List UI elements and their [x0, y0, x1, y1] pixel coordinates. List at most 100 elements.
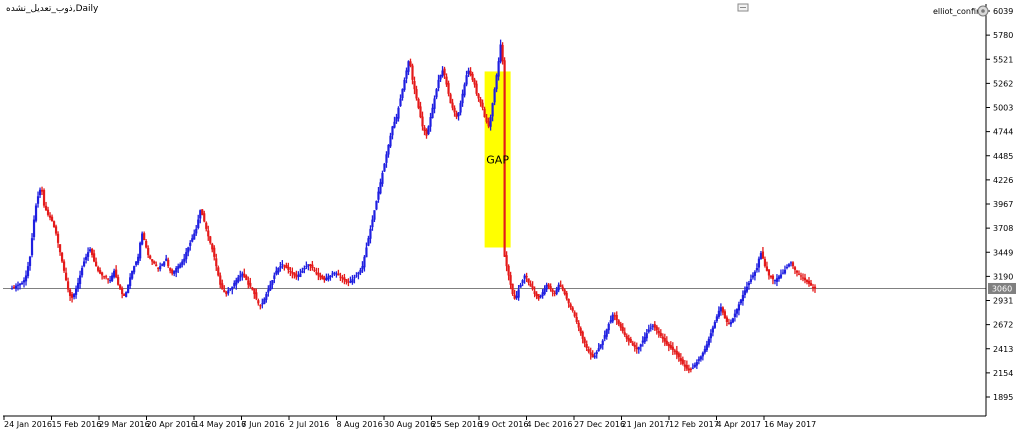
candle-body	[753, 271, 757, 276]
candle-body	[143, 233, 146, 241]
candle-body	[387, 145, 390, 155]
candle-body	[247, 280, 250, 285]
candle-body	[507, 265, 510, 276]
candle-body	[225, 291, 228, 295]
current-price-box: 3060	[988, 282, 1016, 294]
candle-body	[751, 275, 755, 278]
candle-body	[103, 276, 106, 278]
candle-body	[385, 154, 388, 163]
candle-body	[233, 282, 236, 287]
candle-body	[151, 259, 154, 262]
candle-body	[793, 267, 797, 270]
candle-body	[169, 267, 172, 271]
candle-body	[84, 256, 88, 260]
candle-body	[467, 70, 470, 74]
candle-body	[673, 350, 676, 352]
candle-body	[457, 112, 460, 117]
candle-body	[76, 282, 80, 289]
candle-body	[449, 94, 452, 104]
candle-body	[109, 280, 112, 282]
candle-body	[693, 364, 696, 367]
candle-body	[311, 264, 314, 268]
candle-body	[771, 275, 775, 280]
candle-body	[571, 307, 574, 311]
candle-body	[191, 238, 194, 242]
candle-body	[677, 353, 680, 358]
candle-body	[733, 313, 737, 317]
candle-body	[801, 277, 805, 279]
candle-body	[131, 270, 134, 279]
y-tick-label: 5003	[993, 104, 1013, 113]
candle-body	[251, 287, 254, 290]
candle-body	[535, 293, 538, 296]
y-tick-label: 1895	[993, 393, 1013, 402]
candle-body	[487, 121, 490, 127]
y-tick-label: 3449	[993, 248, 1013, 257]
candle-body	[691, 367, 694, 369]
candle-body	[745, 286, 749, 292]
candle-body	[99, 270, 102, 274]
candle-body	[717, 310, 720, 317]
candle-body	[505, 255, 508, 267]
candle-body	[351, 279, 354, 283]
candle-body	[66, 281, 70, 290]
candle-body	[603, 335, 606, 339]
candle-body	[327, 276, 330, 280]
candle-body	[249, 282, 252, 287]
candle-body	[469, 70, 472, 76]
candle-body	[319, 275, 322, 278]
candle-body	[573, 312, 576, 317]
candle-body	[70, 294, 74, 298]
candle-body	[361, 266, 364, 270]
candle-body	[62, 261, 66, 271]
candle-body	[773, 280, 777, 282]
candle-body	[30, 238, 34, 256]
candle-body	[465, 75, 468, 85]
candle-body	[119, 285, 122, 290]
candle-body	[135, 261, 138, 265]
candle-body	[427, 126, 430, 134]
candle-body	[235, 280, 238, 285]
candle-body	[491, 103, 494, 117]
candle-body	[155, 264, 158, 267]
candle-body	[377, 191, 380, 200]
candle-body	[38, 189, 42, 196]
candle-body	[129, 277, 132, 286]
candle-body	[429, 117, 432, 127]
candle-body	[179, 264, 182, 268]
candle-body	[223, 289, 226, 293]
candle-body	[737, 304, 741, 311]
candle-body	[315, 272, 318, 274]
candle-body	[101, 272, 104, 276]
candle-body	[157, 267, 160, 269]
candle-body	[533, 291, 536, 295]
candle-body	[543, 288, 546, 295]
candle-body	[743, 290, 747, 295]
candle-body	[509, 275, 512, 285]
candle-body	[675, 350, 678, 355]
candle-body	[581, 331, 584, 339]
candle-body	[263, 298, 266, 305]
candle-body	[44, 205, 48, 211]
candle-body	[407, 61, 410, 72]
candle-body	[161, 264, 164, 266]
x-tick-label: 8 Aug 2016	[337, 420, 383, 429]
window-menu-icon[interactable]	[737, 3, 749, 12]
candle-body	[761, 251, 765, 259]
candle-body	[779, 274, 783, 278]
candle-body	[287, 266, 290, 270]
candle-body	[60, 252, 64, 262]
candle-body	[759, 253, 763, 260]
candle-body	[593, 355, 596, 358]
candle-body	[355, 275, 358, 277]
candle-body	[521, 280, 524, 284]
candle-body	[50, 216, 54, 222]
candle-body	[635, 347, 638, 350]
candle-body	[291, 271, 294, 274]
candle-body	[789, 262, 793, 264]
indicator-gear-icon[interactable]	[977, 5, 989, 17]
candle-body	[439, 75, 442, 80]
x-tick-label: 25 Sep 2016	[432, 420, 483, 429]
candle-body	[687, 368, 690, 371]
candle-body	[93, 253, 96, 262]
